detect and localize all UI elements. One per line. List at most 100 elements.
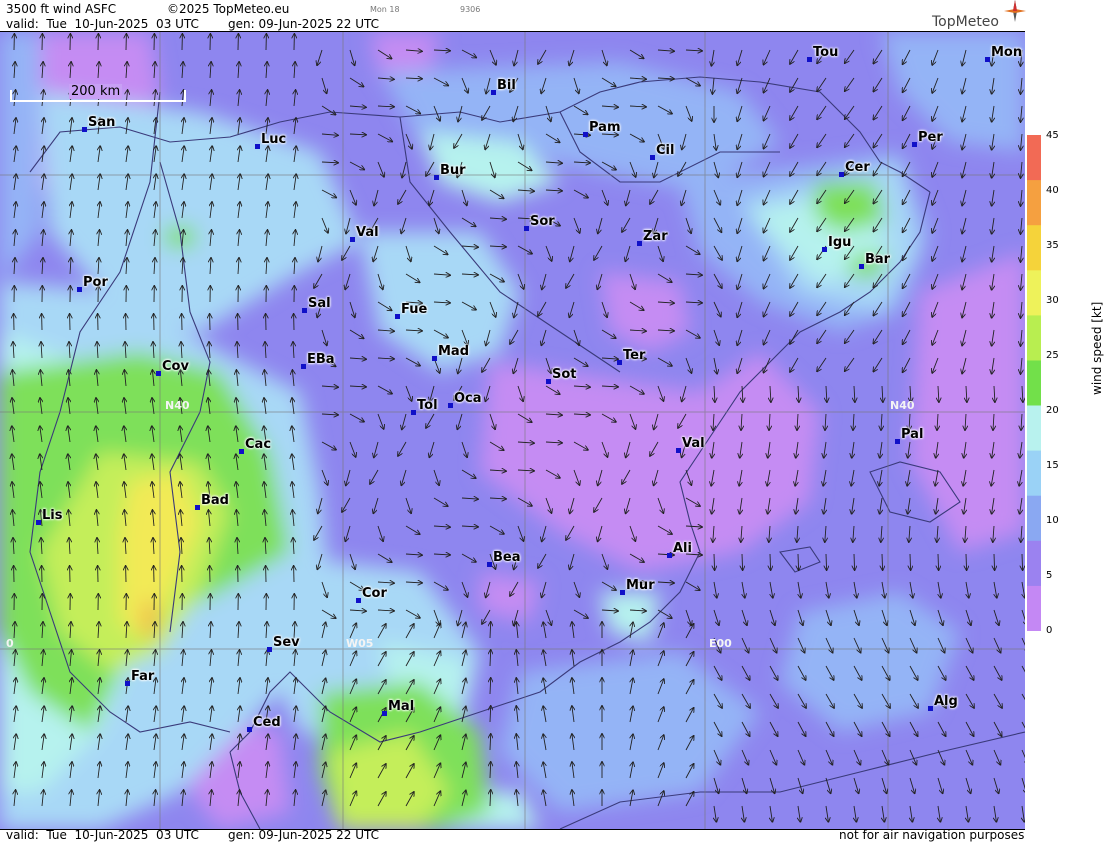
city-name: Ced (253, 715, 281, 730)
city-name: Bar (865, 252, 891, 267)
legend-color-band (1027, 585, 1041, 631)
city-name: Mal (388, 699, 415, 714)
legend-color-band (1027, 135, 1041, 181)
city-name: Val (682, 436, 705, 451)
city-label-bil: Bil (491, 78, 516, 95)
city-label-cov: Cov (156, 359, 189, 376)
city-marker (156, 371, 161, 376)
legend-tick-label: 35 (1046, 240, 1059, 251)
legend-color-band (1027, 450, 1041, 497)
compass-icon (1004, 0, 1026, 22)
legend-color-band (1027, 495, 1041, 542)
city-label-san: San (82, 115, 115, 132)
wind-map[interactable]: 200 km N40 N40 W05 E00 0 Tou Mon Bil San Pam… (0, 31, 1025, 830)
legend-color-band (1027, 405, 1041, 452)
city-marker (859, 264, 864, 269)
city-marker (928, 706, 933, 711)
city-name: Mon (991, 45, 1023, 60)
city-label-mad: Mad (432, 344, 470, 361)
city-label-bad: Bad (195, 493, 229, 510)
city-marker (77, 287, 82, 292)
city-label-pam: Pam (583, 120, 621, 137)
code-label: 9306 (460, 5, 481, 14)
grid-label-n40-east: N40 (890, 399, 915, 412)
city-name: Cac (245, 437, 272, 452)
city-name: Zar (643, 229, 668, 244)
city-name: Alg (934, 694, 958, 709)
city-label-lis: Lis (36, 508, 62, 525)
city-label-bea: Bea (487, 550, 521, 567)
city-name: Sot (552, 367, 577, 382)
city-name: Pal (901, 427, 924, 442)
city-marker (487, 562, 492, 567)
city-name: Cor (362, 586, 387, 601)
city-name: Bea (493, 550, 521, 565)
city-marker (667, 553, 672, 558)
city-name: Cil (656, 143, 675, 158)
city-name: EBa (307, 352, 335, 367)
footer-valid-time: valid: Tue 10-Jun-2025 03 UTC (6, 828, 199, 842)
city-label-eba: EBa (301, 352, 335, 369)
city-label-bur: Bur (434, 163, 466, 180)
city-marker (195, 505, 200, 510)
city-name: Bil (497, 78, 516, 93)
city-name: Cer (845, 160, 870, 175)
legend-color-band (1027, 180, 1041, 226)
city-label-pal: Pal (895, 427, 924, 444)
city-label-sal: Sal (302, 296, 331, 313)
city-name: Igu (828, 235, 852, 250)
city-marker (255, 144, 260, 149)
wind-field (0, 32, 1025, 829)
valid-time: valid: Tue 10-Jun-2025 03 UTC (6, 17, 199, 31)
city-name: Tou (813, 45, 839, 60)
city-label-cac: Cac (239, 437, 272, 454)
city-label-val1: Val (350, 225, 379, 242)
city-name: Sev (273, 635, 300, 650)
legend-tick-label: 45 (1046, 130, 1059, 141)
city-label-per: Per (912, 130, 943, 147)
grid-label-w05: W05 (346, 637, 374, 650)
city-label-mal: Mal (382, 699, 415, 716)
legend-tick-label: 5 (1046, 570, 1053, 581)
city-label-ali: Ali (667, 541, 692, 558)
scale-label: 200 km (69, 84, 123, 99)
city-name: Luc (261, 132, 287, 147)
city-label-sev: Sev (267, 635, 300, 652)
city-marker (895, 439, 900, 444)
city-name: Mad (438, 344, 470, 359)
city-label-por: Por (77, 275, 108, 292)
city-label-zar: Zar (637, 229, 668, 246)
color-scale-bar (1027, 135, 1041, 631)
city-label-cer: Cer (839, 160, 870, 177)
city-marker (637, 241, 642, 246)
city-marker (524, 226, 529, 231)
city-marker (676, 448, 681, 453)
city-marker (36, 520, 41, 525)
logo-text: TopMeteo (932, 14, 999, 30)
city-marker (356, 598, 361, 603)
legend-tick-label: 25 (1046, 350, 1059, 361)
city-marker (583, 132, 588, 137)
city-marker (985, 57, 990, 62)
city-marker (617, 360, 622, 365)
legend-tick-label: 0 (1046, 625, 1053, 636)
city-name: Por (83, 275, 108, 290)
city-marker (247, 727, 252, 732)
city-marker (546, 379, 551, 384)
city-name: Far (131, 669, 155, 684)
legend-color-band (1027, 315, 1041, 361)
city-marker (125, 681, 130, 686)
city-name: Val (356, 225, 379, 240)
city-name: Sor (530, 214, 555, 229)
legend-tick-label: 30 (1046, 295, 1059, 306)
copyright: ©2025 TopMeteo.eu (167, 2, 290, 16)
city-marker (822, 247, 827, 252)
city-marker (82, 127, 87, 132)
city-marker (620, 590, 625, 595)
city-name: Per (918, 130, 943, 145)
legend-color-band (1027, 360, 1041, 407)
legend-color-band (1027, 225, 1041, 271)
legend-color-band (1027, 270, 1041, 316)
city-label-bar: Bar (859, 252, 891, 269)
city-marker (650, 155, 655, 160)
